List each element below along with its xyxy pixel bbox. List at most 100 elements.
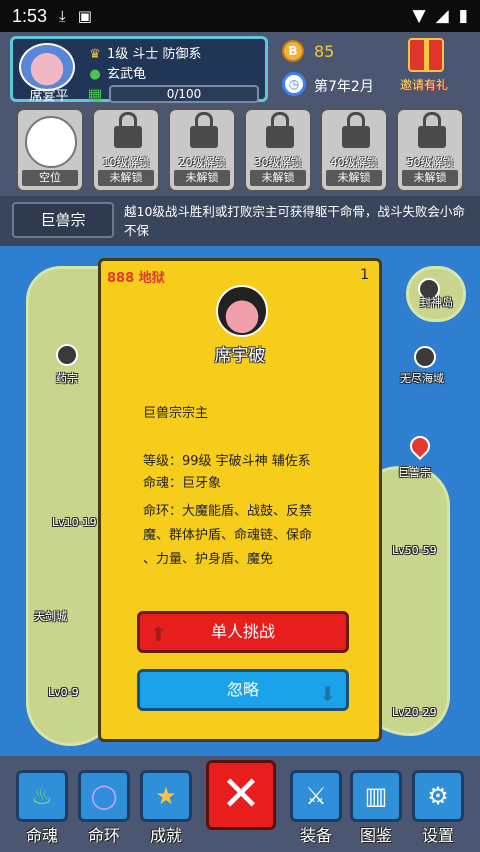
- crown-icon: ♛: [89, 47, 101, 62]
- player-profile-card[interactable]: 席宴平 ♛ 1级 斗士 防御系 ● 玄武龟 ▦ 0/100: [10, 36, 268, 104]
- boss-level: 等级：99级 宇破斗神 辅佐系: [143, 454, 311, 469]
- solo-challenge-button[interactable]: ⬆ 单人挑战: [137, 611, 349, 653]
- book-icon: ▥: [350, 770, 402, 822]
- boss-avatar: [216, 285, 268, 337]
- close-button[interactable]: ✕: [206, 760, 276, 830]
- lv2029-label: Lv20-29: [392, 706, 437, 719]
- empty-slot-circle: [25, 116, 77, 168]
- wifi-icon: ▼: [412, 6, 426, 26]
- slot-requirement: 10级解锁: [102, 156, 150, 169]
- slot-label: 未解锁: [326, 170, 382, 186]
- lv1019-label: Lv10-19: [52, 516, 97, 529]
- yaozong-node[interactable]: [56, 344, 78, 366]
- nav-atlas[interactable]: ▥ 图鉴: [350, 770, 402, 848]
- lock-icon: [418, 112, 446, 148]
- wujin-label: 无尽海域: [400, 372, 444, 385]
- lv09-label: Lv0-9: [48, 686, 79, 699]
- gear-icon: ⚙: [412, 770, 464, 822]
- bottom-nav: ♨ 命魂 ◯ 命环 ★ 成就 ✕ ⚔ 装备 ▥ 图鉴 ⚙ 设置: [0, 756, 480, 852]
- nav-atlas-label: 图鉴: [359, 826, 392, 845]
- boss-rings-line1: 命环：大魔能盾、战鼓、反禁: [143, 504, 313, 519]
- slot-requirement: 50级解锁: [406, 156, 454, 169]
- lock-icon: [114, 112, 142, 148]
- slot-requirement: 30级解锁: [254, 156, 302, 169]
- game-date: 第7年2月: [314, 79, 374, 95]
- lock-icon: [266, 112, 294, 148]
- wujin-node[interactable]: [414, 346, 436, 368]
- soul-text: 玄武龟: [107, 67, 147, 82]
- ring-icon: ◯: [78, 770, 130, 822]
- slot-requirement: 40级解锁: [330, 156, 378, 169]
- slot-label: 空位: [22, 170, 78, 186]
- nav-equipment[interactable]: ⚔ 装备: [290, 770, 342, 848]
- turtle-icon: ●: [89, 67, 101, 82]
- slot-2[interactable]: 20级解锁 未解锁: [168, 108, 236, 192]
- sect-description: 越10级战斗胜利或打败宗主可获得躯干命骨，战斗失败会小命不保: [124, 204, 465, 238]
- ignore-button[interactable]: 忽略 ⬇: [137, 669, 349, 711]
- boss-soul: 命魂：巨牙象: [143, 476, 222, 491]
- exp-bar: 0/100: [109, 85, 259, 103]
- slot-label: 未解锁: [98, 170, 154, 186]
- level-line: ♛ 1级 斗士 防御系: [87, 43, 202, 62]
- difficulty-tag: 888 地狱: [107, 271, 165, 286]
- flame-icon: ♨: [16, 770, 68, 822]
- slot-1[interactable]: 10级解锁 未解锁: [92, 108, 160, 192]
- slot-0[interactable]: 空位: [16, 108, 84, 192]
- coin-icon: B: [282, 40, 304, 62]
- fengshen-label: 封神岛: [420, 296, 453, 309]
- player-name: 席宴平: [29, 89, 69, 104]
- nav-soul[interactable]: ♨ 命魂: [16, 770, 68, 848]
- sect-bar: 巨兽宗 越10级战斗胜利或打败宗主可获得躯干命骨，战斗失败会小命不保: [0, 196, 480, 246]
- gift-icon[interactable]: [408, 38, 444, 72]
- slot-label: 未解锁: [250, 170, 306, 186]
- level-text: 1级 斗士 防御系: [107, 47, 202, 62]
- location-pin-icon[interactable]: [405, 431, 435, 461]
- nav-equipment-label: 装备: [299, 826, 332, 845]
- slot-4[interactable]: 40级解锁 未解锁: [320, 108, 388, 192]
- battery-icon: ▮: [458, 6, 468, 26]
- nav-ring[interactable]: ◯ 命环: [78, 770, 130, 848]
- coin-count: 85: [314, 42, 335, 61]
- boss-title: 巨兽宗宗主: [143, 406, 209, 421]
- slot-3[interactable]: 30级解锁 未解锁: [244, 108, 312, 192]
- slot-label: 未解锁: [174, 170, 230, 186]
- slot-5[interactable]: 50级解锁 未解锁: [396, 108, 464, 192]
- player-avatar[interactable]: [19, 43, 75, 91]
- yaozong-label: 药宗: [56, 372, 78, 385]
- boss-rings-line2: 魔、群体护盾、命魂链、保命: [143, 528, 313, 543]
- exp-icon: ▦: [87, 85, 103, 104]
- star-icon: ★: [140, 770, 192, 822]
- boss-rings-line3: 、力量、护身盾、魔免: [143, 552, 274, 567]
- right-lv-label: Lv50-59: [392, 544, 437, 557]
- sword-icon: ⚔: [290, 770, 342, 822]
- status-bar: 1:53 ⤓ ▣ ▼ ◢ ▮: [0, 0, 480, 32]
- ignore-label: 忽略: [226, 680, 259, 699]
- soul-line: ● 玄武龟: [87, 63, 146, 82]
- challenge-label: 单人挑战: [210, 622, 275, 641]
- ring-slots: 空位 10级解锁 未解锁 20级解锁 未解锁 30级解锁 未解锁 40级解锁 未…: [0, 104, 480, 196]
- dialog-count: 1: [360, 267, 369, 283]
- nav-achievement[interactable]: ★ 成就: [140, 770, 192, 848]
- nav-settings-label: 设置: [421, 826, 454, 845]
- app-notification-icon: ▣: [77, 7, 92, 25]
- lock-icon: [190, 112, 218, 148]
- nav-ring-label: 命环: [87, 826, 120, 845]
- boss-dialog: 888 地狱 1 席宇破 巨兽宗宗主 等级：99级 宇破斗神 辅佐系 命魂：巨牙…: [98, 258, 382, 742]
- status-time: 1:53: [12, 5, 48, 26]
- up-arrow-icon: ⬆: [150, 622, 167, 646]
- nav-soul-label: 命魂: [25, 826, 58, 845]
- download-icon: ⤓: [59, 7, 66, 25]
- clock-icon: ◷: [282, 72, 306, 96]
- nav-achievement-label: 成就: [149, 826, 182, 845]
- lock-icon: [342, 112, 370, 148]
- signal-icon: ◢: [435, 6, 449, 26]
- juhuo-label: 巨兽宗: [398, 466, 431, 479]
- sect-button[interactable]: 巨兽宗: [12, 202, 114, 238]
- boss-name: 席宇破: [214, 346, 266, 366]
- slot-label: 未解锁: [402, 170, 458, 186]
- tianjian-label: 天剑城: [34, 610, 67, 623]
- top-header: 席宴平 ♛ 1级 斗士 防御系 ● 玄武龟 ▦ 0/100 B 85 ◷ 第7年2月…: [0, 32, 480, 104]
- invite-gift-label[interactable]: 邀请有礼: [400, 76, 448, 93]
- down-arrow-icon: ⬇: [319, 682, 336, 706]
- nav-settings[interactable]: ⚙ 设置: [412, 770, 464, 848]
